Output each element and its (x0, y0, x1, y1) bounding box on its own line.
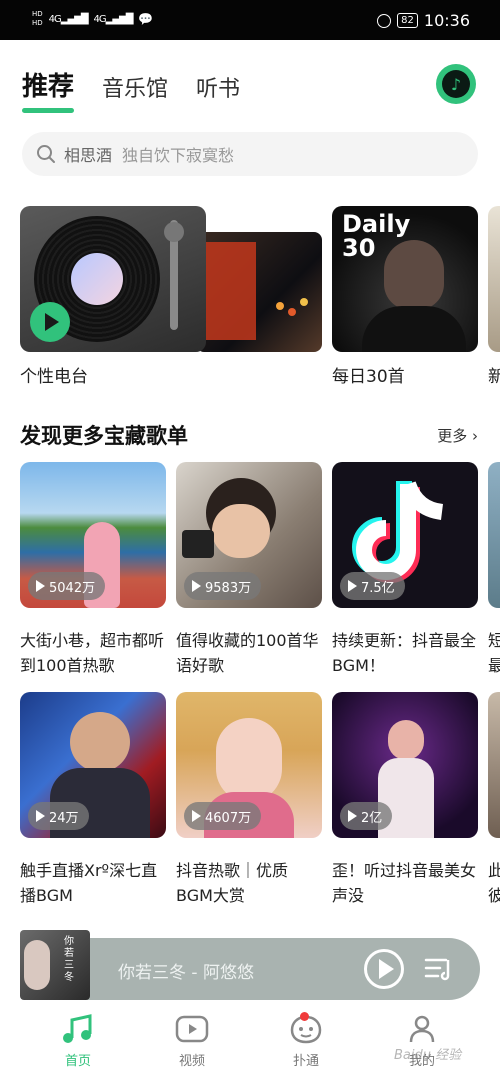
more-label: 更多 (437, 427, 468, 445)
mini-player[interactable]: 你若三冬 你若三冬 - 阿悠悠 (20, 930, 480, 1000)
playlist-card-7[interactable]: 2亿 (332, 692, 478, 838)
top-tabs: 推荐 音乐馆 听书 (22, 66, 240, 113)
playlist-title-1: 大街小巷，超市都听到100首热歌 (20, 631, 165, 675)
mini-play-button[interactable] (364, 949, 404, 989)
nav-putong-label: 扑通 (292, 1054, 319, 1069)
mini-cover-text: 你若三冬 (64, 936, 74, 983)
battery-indicator: 82 (397, 13, 418, 28)
record-label-image (71, 253, 123, 305)
signal-icon: 4G▂▄▆█ (48, 13, 89, 25)
play-count-badge: 7.5亿 (340, 572, 405, 600)
play-icon (192, 580, 201, 592)
radio-play-button[interactable] (30, 302, 70, 342)
play-count-badge: 4607万 (184, 802, 262, 830)
feature-card-daily30[interactable]: Daily 30 (332, 206, 478, 352)
search-bar[interactable]: 相思酒 独自饮下寂寞愁 (22, 132, 478, 176)
play-icon (192, 810, 201, 822)
status-bar: HD HD 4G▂▄▆█ 4G▂▄▆█ 💬 82 10:36 (0, 0, 500, 40)
now-playing-button[interactable]: ♪ (436, 64, 476, 104)
now-playing-title: 你若三冬 - 阿悠悠 (118, 963, 254, 983)
playlist-title-7: 歪！听过抖音最美女声没 (332, 861, 477, 905)
search-icon (37, 145, 55, 163)
playlist-card-1[interactable]: 5042万 (20, 462, 166, 608)
signal-indicators: HD HD 4G▂▄▆█ 4G▂▄▆█ 💬 (32, 10, 153, 28)
watermark: Baidu 经验 (394, 1048, 462, 1063)
play-count: 24万 (49, 810, 79, 826)
nav-home[interactable]: 首页 (38, 1014, 118, 1069)
radio-secondary-cover (196, 232, 322, 352)
playlist-card-5[interactable]: 24万 (20, 692, 166, 838)
nav-video[interactable]: 视频 (152, 1014, 232, 1069)
message-icon: 💬 (138, 12, 154, 26)
play-count: 2亿 (361, 810, 383, 826)
play-icon (379, 959, 394, 979)
clock: 10:36 (423, 11, 470, 30)
play-count-badge: 9583万 (184, 572, 262, 600)
artist-silhouette (384, 240, 444, 310)
play-count: 7.5亿 (361, 580, 395, 596)
face-icon (289, 1012, 323, 1044)
notification-badge (300, 1012, 309, 1021)
playlist-title-5: 触手直播Xrº深七直播BGM (20, 861, 158, 905)
hd-icon: HD HD (32, 10, 43, 27)
play-count: 9583万 (205, 580, 252, 596)
more-link[interactable]: 更多 › (437, 425, 478, 446)
person-icon (405, 1014, 439, 1044)
nav-video-label: 视频 (178, 1054, 205, 1069)
playlist-title-8: 此彼 (488, 861, 500, 905)
play-icon (45, 313, 59, 331)
tab-recommend[interactable]: 推荐 (22, 66, 75, 113)
music-note-icon: ♪ (442, 70, 470, 98)
alarm-icon (377, 13, 392, 28)
signal-icon-2: 4G▂▄▆█ (93, 13, 134, 25)
play-count: 5042万 (49, 580, 96, 596)
play-count: 4607万 (205, 810, 252, 826)
playlist-title-2: 值得收藏的100首华语好歌 (176, 631, 319, 675)
bottom-nav: 首页 视频 扑通 我的 Baidu 经验 (0, 1000, 500, 1084)
section-title: 发现更多宝藏歌单 (20, 424, 188, 448)
video-icon (175, 1014, 209, 1044)
play-count-badge: 2亿 (340, 802, 393, 830)
playlist-card-3[interactable]: 7.5亿 (332, 462, 478, 608)
play-count-badge: 5042万 (28, 572, 106, 600)
play-icon (36, 810, 45, 822)
playlist-title-4: 短最 (488, 631, 500, 675)
search-hint: 独自饮下寂寞愁 (122, 146, 235, 165)
playlist-cover-figure (388, 720, 424, 760)
chevron-right-icon: › (472, 427, 478, 445)
playlist-card-2[interactable]: 9583万 (176, 462, 322, 608)
play-icon (348, 580, 357, 592)
playlist-card-6[interactable]: 4607万 (176, 692, 322, 838)
tab-audiobooks[interactable]: 听书 (196, 71, 240, 103)
feature-label-new: 新 (488, 367, 500, 387)
nav-home-label: 首页 (64, 1054, 91, 1069)
nav-putong[interactable]: 扑通 (266, 1012, 346, 1069)
feature-label-radio: 个性电台 (20, 367, 88, 387)
play-icon (348, 810, 357, 822)
mini-player-cover[interactable]: 你若三冬 (20, 930, 90, 1000)
playlist-card-4[interactable] (488, 462, 500, 608)
feature-card-new[interactable] (488, 206, 500, 352)
tab-music-hall[interactable]: 音乐馆 (102, 71, 168, 103)
playlist-cover-figure (70, 712, 130, 772)
playlist-card-8[interactable] (488, 692, 500, 838)
playlist-title-6: 抖音热歌｜优质BGM大赏 (176, 861, 289, 905)
feature-label-daily30: 每日30首 (332, 367, 405, 387)
playlist-queue-icon[interactable] (424, 956, 454, 982)
playlist-title-3: 持续更新：抖音最全BGM！ (332, 631, 477, 675)
play-count-badge: 24万 (28, 802, 89, 830)
search-keyword: 相思酒 (64, 146, 113, 165)
playlist-cover-figure (216, 718, 282, 802)
feature-card-radio[interactable] (20, 206, 322, 352)
play-icon (36, 580, 45, 592)
music-note-icon (61, 1014, 95, 1044)
